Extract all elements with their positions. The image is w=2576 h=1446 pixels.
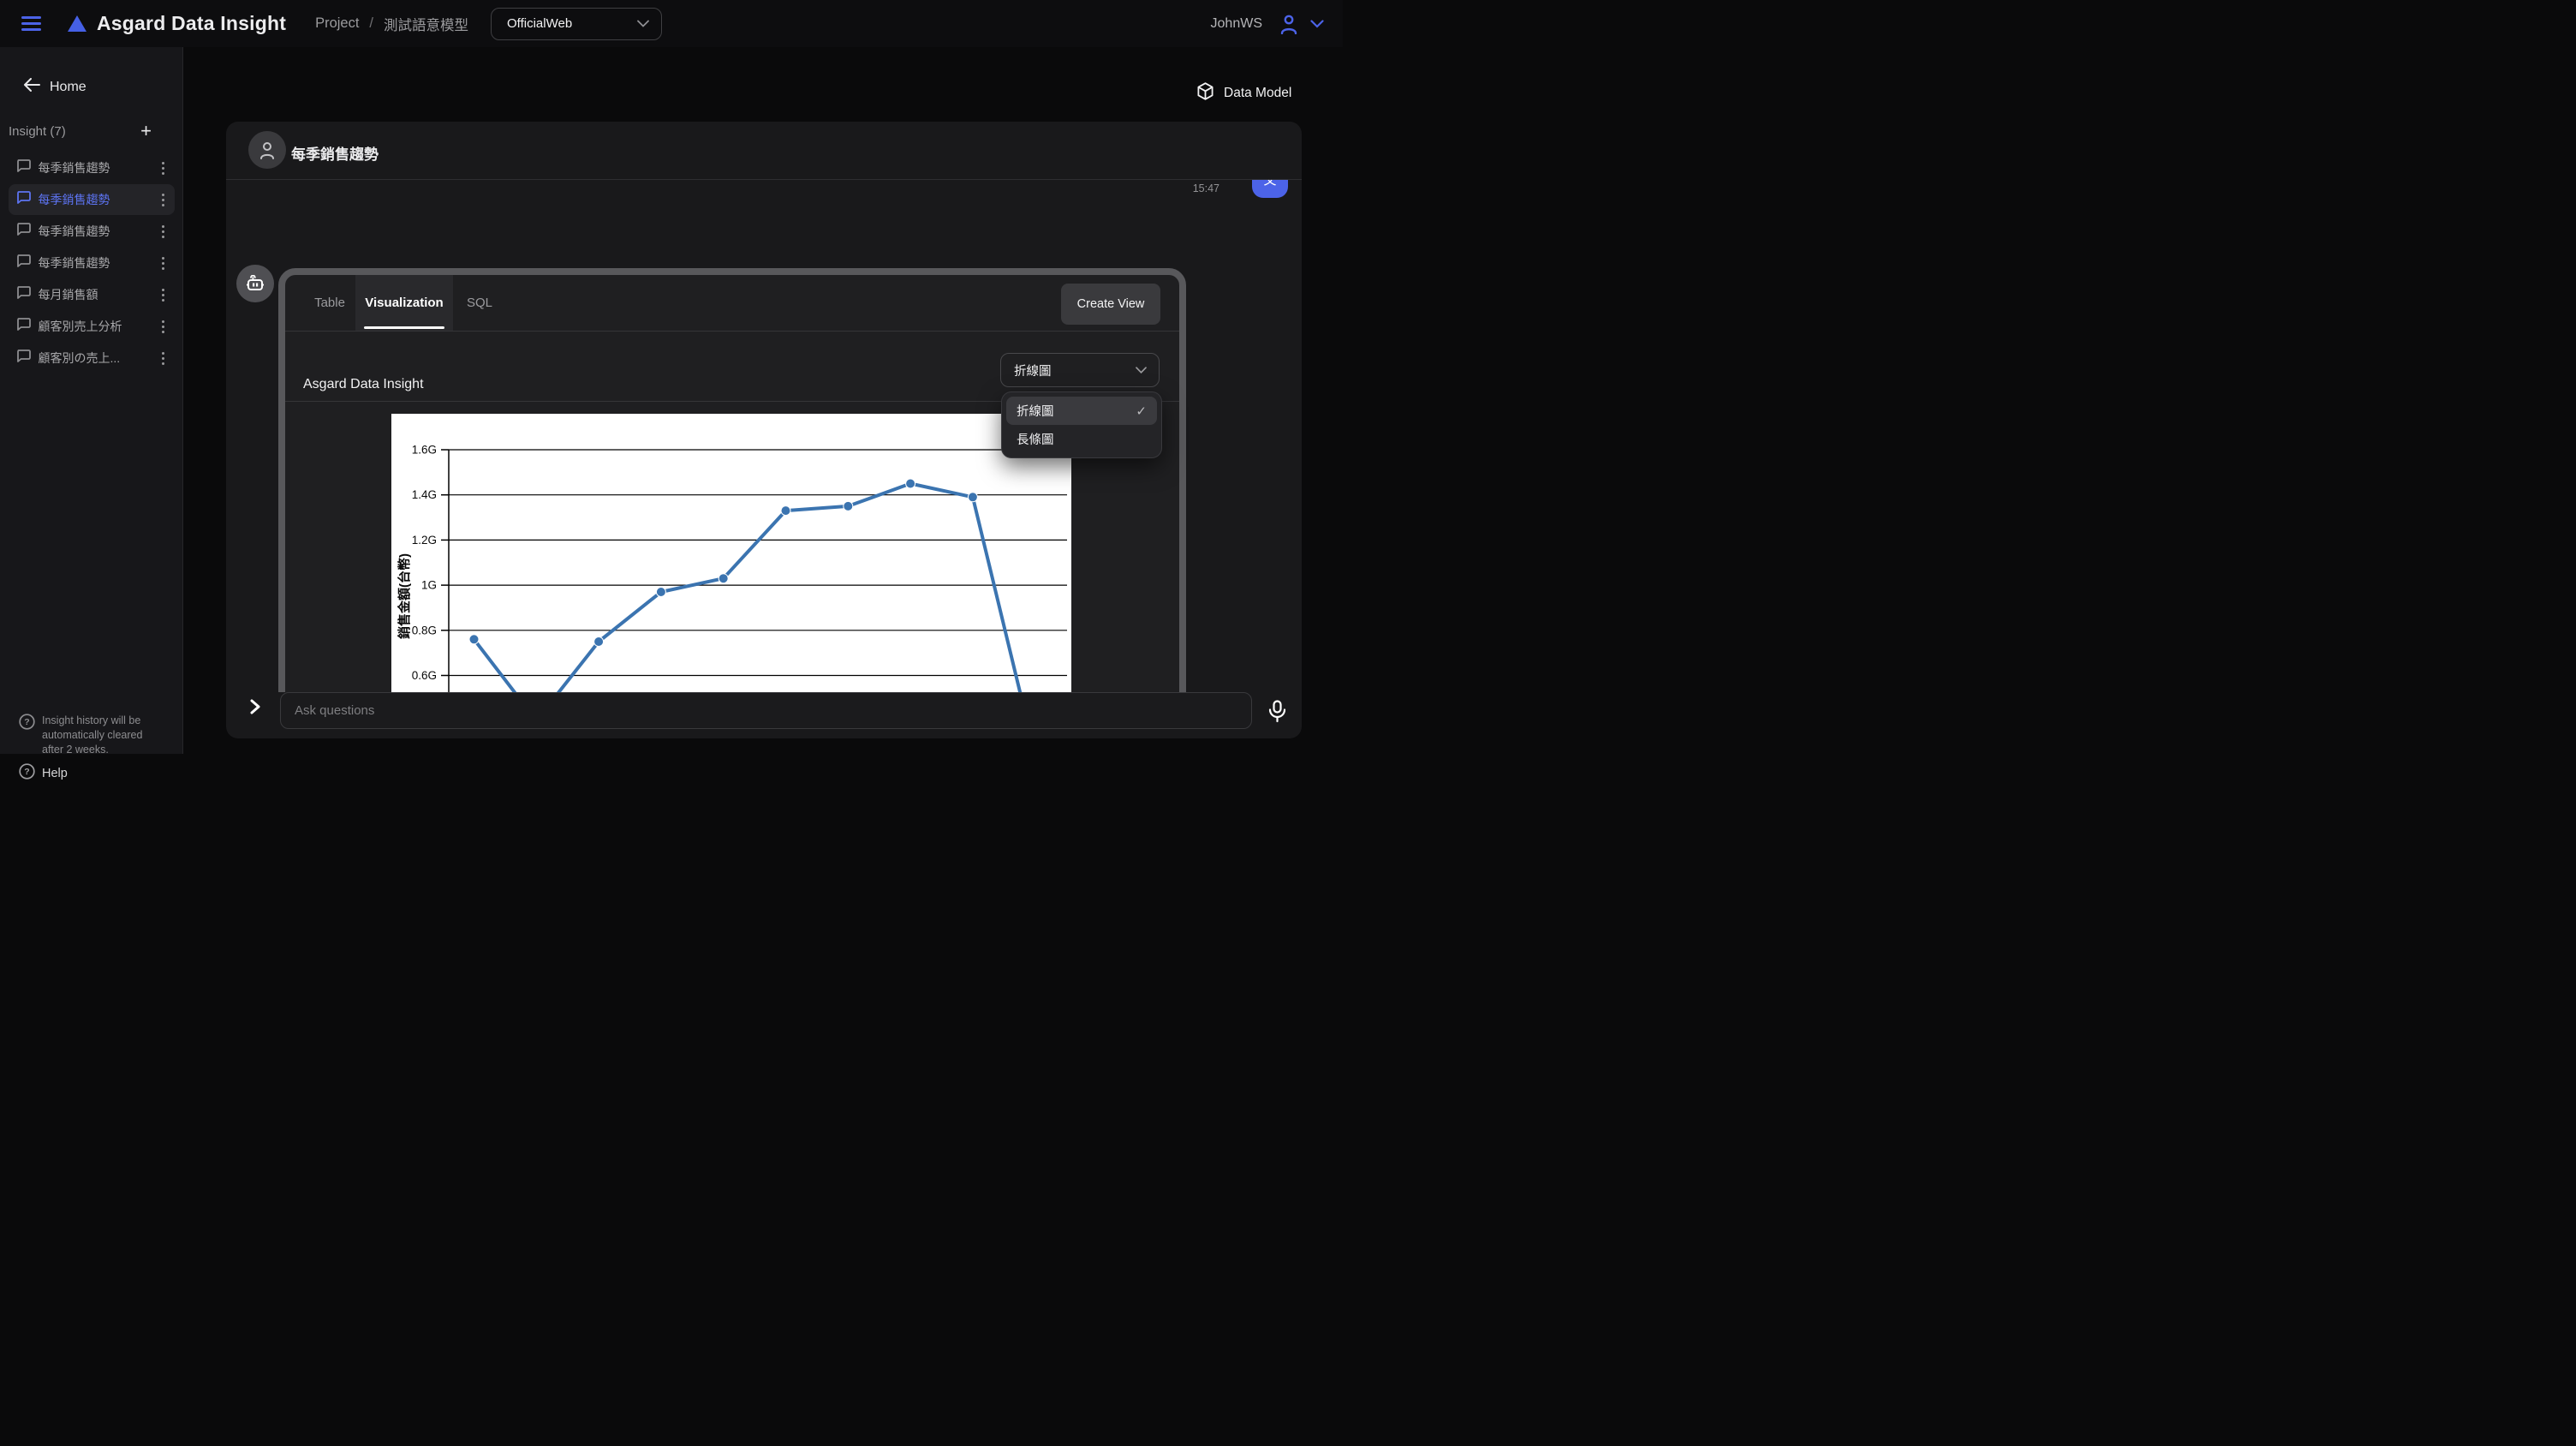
home-label: Home: [50, 80, 86, 95]
item-menu-kebab-icon[interactable]: [162, 262, 164, 265]
chart-type-select[interactable]: 折線圖: [1000, 353, 1160, 387]
breadcrumb-page[interactable]: 測試語意模型: [384, 14, 468, 34]
item-menu-kebab-icon[interactable]: [162, 230, 164, 233]
sidebar-item-1[interactable]: 每季銷售趨勢: [9, 184, 175, 215]
user-profile-icon[interactable]: [1279, 14, 1298, 34]
svg-text:1.2G: 1.2G: [412, 534, 437, 547]
app-logo-triangle-icon: [68, 15, 86, 32]
info-question-circle-icon: ?: [19, 714, 35, 757]
sidebar-item-label: 顧客別売上分析: [39, 318, 122, 335]
svg-text:?: ?: [24, 767, 29, 777]
chart-type-option-bar[interactable]: 長條圖 ✓: [1006, 425, 1157, 453]
help-label: Help: [42, 767, 68, 780]
sidebar-item-label: 每季銷售趨勢: [39, 159, 110, 176]
line-chart: 1.6G1.4G1.2G1G0.8G0.6G0.4G銷售金額(台幣): [391, 414, 1071, 692]
svg-text:銷售金額(台幣): 銷售金額(台幣): [397, 553, 412, 639]
svg-text:?: ?: [24, 717, 29, 727]
avatar: [248, 131, 286, 169]
microphone-icon[interactable]: [1265, 696, 1290, 729]
sidebar-item-2[interactable]: 每季銷售趨勢: [9, 216, 175, 247]
chart-type-selected-value: 折線圖: [1014, 362, 1052, 379]
sidebar-item-label: 顧客別の売上...: [39, 350, 121, 367]
chart-panel-title: Asgard Data Insight: [303, 377, 424, 392]
item-menu-kebab-icon[interactable]: [162, 357, 164, 360]
sidebar-item-4[interactable]: 每月銷售額: [9, 279, 175, 310]
sidebar-item-5[interactable]: 顧客別売上分析: [9, 311, 175, 342]
username-label: JohnWS: [1211, 16, 1262, 32]
user-message-fragment: 文: [1263, 180, 1276, 198]
assistant-message-card: Table Visualization SQL Create View Asga…: [278, 268, 1186, 692]
chat-header: 每季銷售趨勢: [226, 122, 1302, 179]
sidebar-item-3[interactable]: 每季銷售趨勢: [9, 248, 175, 278]
chat-bubble-icon: [16, 254, 31, 272]
top-bar: Asgard Data Insight Project / 測試語意模型 Off…: [0, 0, 1343, 47]
workspace-selected-value: OfficialWeb: [507, 16, 572, 31]
help-button[interactable]: ? Help: [0, 763, 68, 784]
chat-title: 每季銷售趨勢: [291, 142, 379, 164]
create-view-button[interactable]: Create View: [1061, 284, 1160, 325]
sidebar-item-0[interactable]: 每季銷售趨勢: [9, 152, 175, 183]
cube-icon: [1197, 82, 1213, 105]
breadcrumb-section[interactable]: Project: [315, 15, 359, 32]
tab-table[interactable]: Table: [297, 275, 362, 331]
tab-sql[interactable]: SQL: [453, 275, 506, 331]
chat-bubble-icon: [16, 285, 31, 304]
data-model-label: Data Model: [1224, 86, 1291, 101]
app-title: Asgard Data Insight: [97, 12, 286, 35]
assistant-robot-avatar: [236, 265, 274, 302]
svg-text:1G: 1G: [421, 579, 437, 592]
item-menu-kebab-icon[interactable]: [162, 294, 164, 296]
chat-bubble-icon: [16, 158, 31, 177]
sidebar-item-label: 每季銷售趨勢: [39, 254, 110, 272]
user-message-bubble-clipped: 文: [1252, 180, 1288, 198]
svg-text:0.6G: 0.6G: [412, 669, 437, 682]
option-label: 長條圖: [1017, 430, 1054, 448]
svg-text:0.8G: 0.8G: [412, 624, 437, 636]
breadcrumb-separator: /: [369, 15, 373, 32]
svg-text:1.6G: 1.6G: [412, 444, 437, 457]
message-timestamp: 15:47: [1193, 182, 1219, 194]
expand-chevron-right-icon[interactable]: [248, 699, 262, 719]
chevron-down-icon: [603, 20, 649, 27]
chat-bubble-icon: [16, 317, 31, 336]
insight-count-header: Insight (7): [9, 124, 66, 139]
check-icon: ✓: [1136, 403, 1147, 419]
chart-plot-area: 1.6G1.4G1.2G1G0.8G0.6G0.4G銷售金額(台幣): [391, 414, 1071, 692]
hamburger-menu-icon[interactable]: [21, 16, 41, 31]
chat-panel: 每季銷售趨勢 15:47 文 Table Visualization SQL C…: [226, 122, 1302, 738]
chat-bubble-icon: [16, 190, 31, 209]
option-label: 折線圖: [1017, 402, 1054, 420]
item-menu-kebab-icon[interactable]: [162, 326, 164, 328]
workspace-selector[interactable]: OfficialWeb: [491, 8, 662, 40]
tab-visualization[interactable]: Visualization: [355, 275, 453, 331]
data-model-button[interactable]: Data Model: [1197, 82, 1291, 105]
back-arrow-icon: [23, 78, 40, 96]
account-chevron-down-icon[interactable]: [1310, 20, 1324, 28]
chat-bubble-icon: [16, 222, 31, 241]
chat-bubble-icon: [16, 349, 31, 367]
svg-text:1.4G: 1.4G: [412, 488, 437, 501]
sidebar-item-label: 每月銷售額: [39, 286, 98, 303]
sidebar: Home Insight (7) + 每季銷售趨勢 每季銷售趨勢 每季銷售趨勢 …: [0, 47, 183, 754]
chart-type-dropdown-menu: 折線圖 ✓ 長條圖 ✓: [1001, 391, 1162, 458]
item-menu-kebab-icon[interactable]: [162, 199, 164, 201]
tabs-divider: [285, 331, 1179, 332]
chart-type-option-line[interactable]: 折線圖 ✓: [1006, 397, 1157, 425]
chevron-down-icon: [1136, 367, 1147, 373]
help-question-circle-icon: ?: [19, 763, 35, 784]
message-area: 15:47 文 Table Visualization SQL Create V…: [226, 180, 1302, 692]
ask-question-input[interactable]: [280, 692, 1252, 729]
sidebar-item-label: 每季銷售趨勢: [39, 223, 110, 240]
result-tabs: Table Visualization SQL Create View: [285, 275, 1179, 331]
sidebar-item-label: 每季銷售趨勢: [39, 191, 110, 208]
sidebar-item-6[interactable]: 顧客別の売上...: [9, 343, 175, 373]
history-note: Insight history will be automatically cl…: [42, 714, 155, 757]
home-back-button[interactable]: Home: [23, 78, 182, 96]
item-menu-kebab-icon[interactable]: [162, 167, 164, 170]
new-insight-button[interactable]: +: [140, 122, 152, 140]
